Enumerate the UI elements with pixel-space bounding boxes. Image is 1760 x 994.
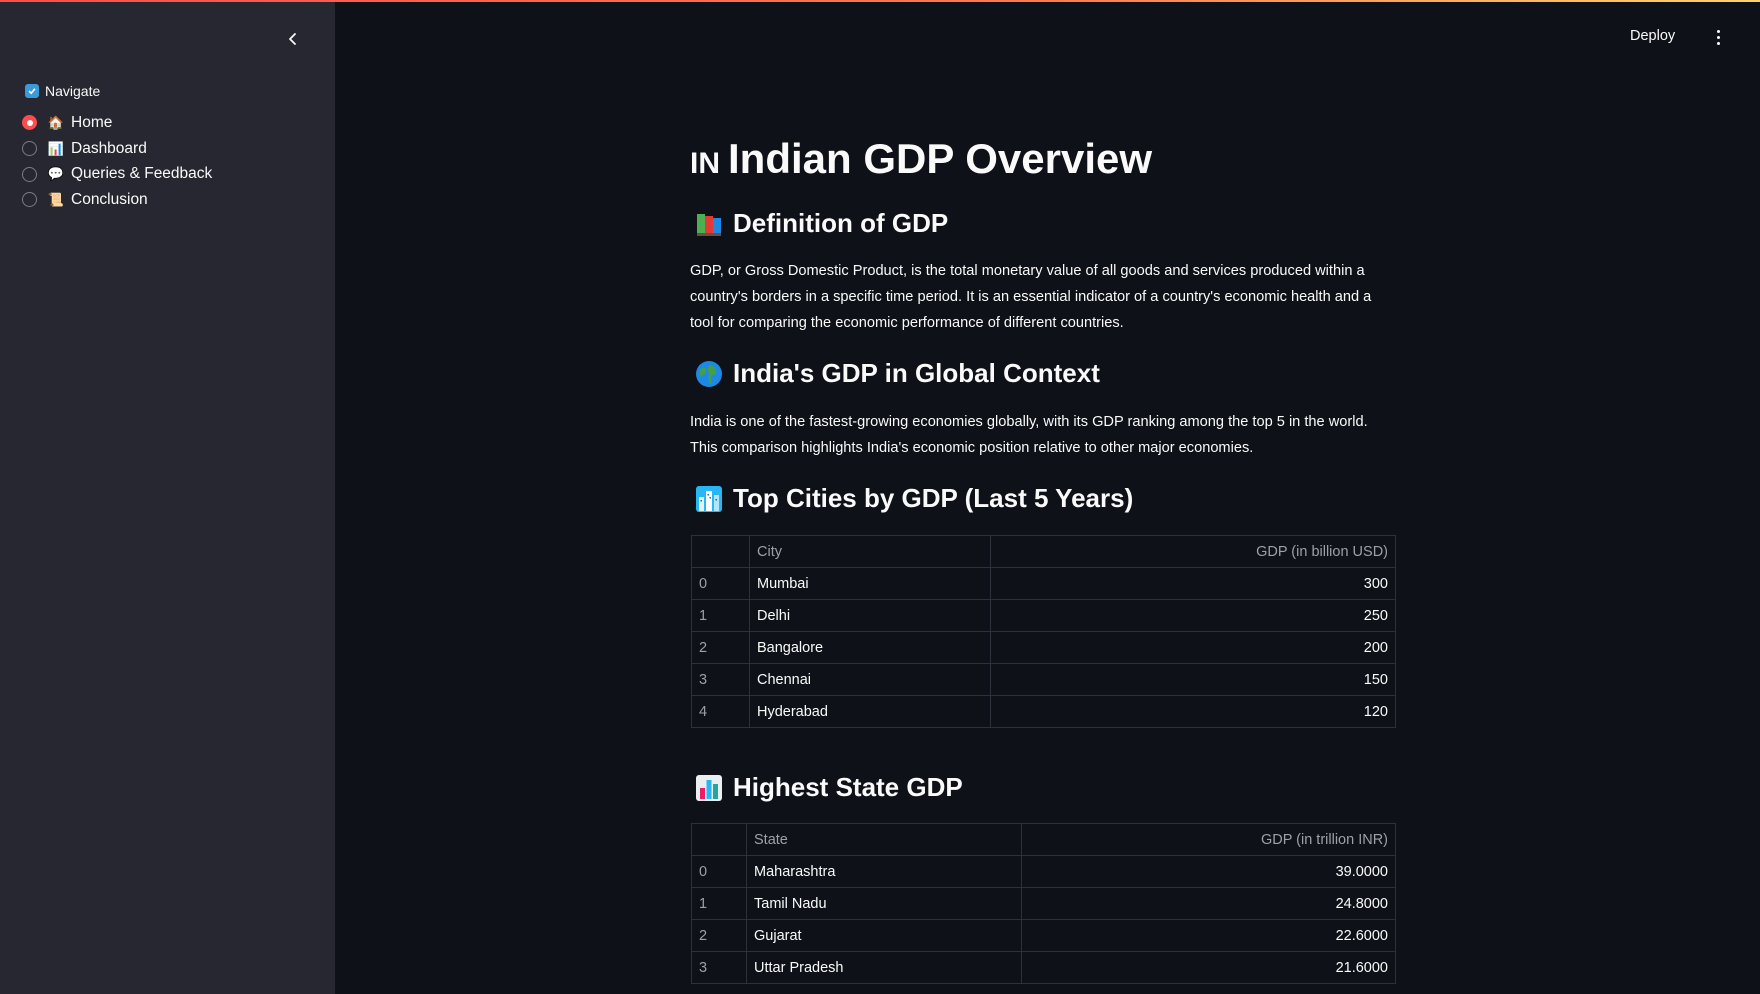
row-index: 1 (691, 599, 750, 632)
scroll-icon: 📜 (47, 191, 65, 207)
globe-icon (696, 360, 722, 387)
column-header-city[interactable]: City (749, 535, 991, 568)
row-index: 3 (691, 951, 747, 984)
kebab-menu-icon[interactable] (1710, 26, 1726, 48)
table-row[interactable]: 2 Gujarat 22.6000 (691, 919, 1396, 952)
deploy-button[interactable]: Deploy (1630, 24, 1675, 48)
cities-table[interactable]: City GDP (in billion USD) 0 Mumbai 300 1… (691, 535, 1396, 728)
table-row[interactable]: 1 Delhi 250 (691, 599, 1396, 632)
table-row[interactable]: 3 Uttar Pradesh 21.6000 (691, 951, 1396, 984)
navigation-radio-group: 🏠 Home 📊 Dashboard 💬 Queries & Feedback … (22, 110, 212, 213)
table-row[interactable]: 2 Bangalore 200 (691, 631, 1396, 664)
definition-heading: Definition of GDP (695, 208, 948, 239)
column-header-index[interactable] (691, 535, 750, 568)
table-row[interactable]: 4 Hyderabad 120 (691, 695, 1396, 728)
states-table[interactable]: State GDP (in trillion INR) 0 Maharashtr… (691, 823, 1396, 984)
radio-button[interactable] (22, 141, 37, 157)
state-cell: Uttar Pradesh (746, 951, 1022, 984)
highest-state-heading-text: Highest State GDP (733, 772, 963, 802)
page-title: IN Indian GDP Overview (690, 132, 1152, 191)
radio-button[interactable] (22, 166, 37, 182)
city-cell: Mumbai (749, 567, 991, 600)
city-cell: Chennai (749, 663, 991, 696)
state-cell: Tamil Nadu (746, 887, 1022, 920)
nav-item-label: Dashboard (71, 139, 147, 157)
nav-item-conclusion[interactable]: 📜 Conclusion (22, 187, 212, 213)
definition-paragraph: GDP, or Gross Domestic Product, is the t… (690, 263, 1372, 331)
table-row[interactable]: 0 Mumbai 300 (691, 567, 1396, 600)
radio-button-selected[interactable] (22, 115, 37, 131)
column-header-state[interactable]: State (746, 823, 1022, 856)
top-cities-heading: Top Cities by GDP (Last 5 Years) (695, 483, 1133, 514)
city-cell: Hyderabad (749, 695, 991, 728)
chevron-left-icon (289, 33, 296, 45)
gdp-cell: 250 (990, 599, 1396, 632)
definition-heading-text: Definition of GDP (733, 208, 949, 238)
house-icon: 🏠 (47, 114, 65, 130)
top-cities-heading-text: Top Cities by GDP (Last 5 Years) (733, 483, 1134, 513)
city-cell: Delhi (749, 599, 991, 632)
table-row[interactable]: 1 Tamil Nadu 24.8000 (691, 887, 1396, 920)
top-decoration-bar (0, 0, 1760, 2)
row-index: 1 (691, 887, 747, 920)
navigate-label: Navigate (25, 83, 100, 99)
gdp-cell: 39.0000 (1021, 855, 1396, 888)
gdp-cell: 120 (990, 695, 1396, 728)
global-context-heading-text: India's GDP in Global Context (733, 358, 1100, 388)
highest-state-heading: Highest State GDP (695, 772, 963, 803)
nav-item-label: Home (71, 113, 113, 131)
state-cell: Maharashtra (746, 855, 1022, 888)
row-index: 0 (691, 567, 750, 600)
row-index: 4 (691, 695, 750, 728)
global-context-paragraph: India is one of the fastest-growing econ… (690, 414, 1368, 456)
nav-item-home[interactable]: 🏠 Home (22, 110, 212, 136)
gdp-cell: 150 (990, 663, 1396, 696)
gdp-cell: 21.6000 (1021, 951, 1396, 984)
speech-bubble-icon: 💬 (47, 166, 65, 182)
table-header-row: City GDP (in billion USD) (691, 535, 1396, 568)
state-cell: Gujarat (746, 919, 1022, 952)
row-index: 2 (691, 631, 750, 664)
city-cell: Bangalore (749, 631, 991, 664)
column-header-gdp[interactable]: GDP (in billion USD) (990, 535, 1396, 568)
gdp-cell: 22.6000 (1021, 919, 1396, 952)
gdp-cell: 24.8000 (1021, 887, 1396, 920)
india-flag-icon: IN (690, 147, 720, 180)
column-header-gdp[interactable]: GDP (in trillion INR) (1021, 823, 1396, 856)
checkbox-icon (25, 84, 39, 98)
navigate-label-text: Navigate (45, 83, 101, 99)
collapse-sidebar-button[interactable] (282, 28, 304, 50)
cityscape-icon (696, 485, 722, 512)
column-header-index[interactable] (691, 823, 747, 856)
nav-item-dashboard[interactable]: 📊 Dashboard (22, 136, 212, 162)
bar-chart-icon: 📊 (47, 140, 65, 156)
gdp-cell: 300 (990, 567, 1396, 600)
bar-chart-icon (696, 774, 722, 801)
table-header-row: State GDP (in trillion INR) (691, 823, 1396, 856)
gdp-cell: 200 (990, 631, 1396, 664)
table-row[interactable]: 0 Maharashtra 39.0000 (691, 855, 1396, 888)
nav-item-label: Conclusion (71, 190, 148, 208)
books-icon (697, 213, 721, 236)
radio-button[interactable] (22, 192, 37, 208)
sidebar: Navigate 🏠 Home 📊 Dashboard 💬 Queries & … (0, 0, 335, 994)
row-index: 3 (691, 663, 750, 696)
table-row[interactable]: 3 Chennai 150 (691, 663, 1396, 696)
row-index: 2 (691, 919, 747, 952)
nav-item-label: Queries & Feedback (71, 165, 213, 183)
nav-item-queries-feedback[interactable]: 💬 Queries & Feedback (22, 161, 212, 187)
row-index: 0 (691, 855, 747, 888)
page-title-text: Indian GDP Overview (728, 135, 1153, 182)
global-context-heading: India's GDP in Global Context (695, 358, 1100, 389)
